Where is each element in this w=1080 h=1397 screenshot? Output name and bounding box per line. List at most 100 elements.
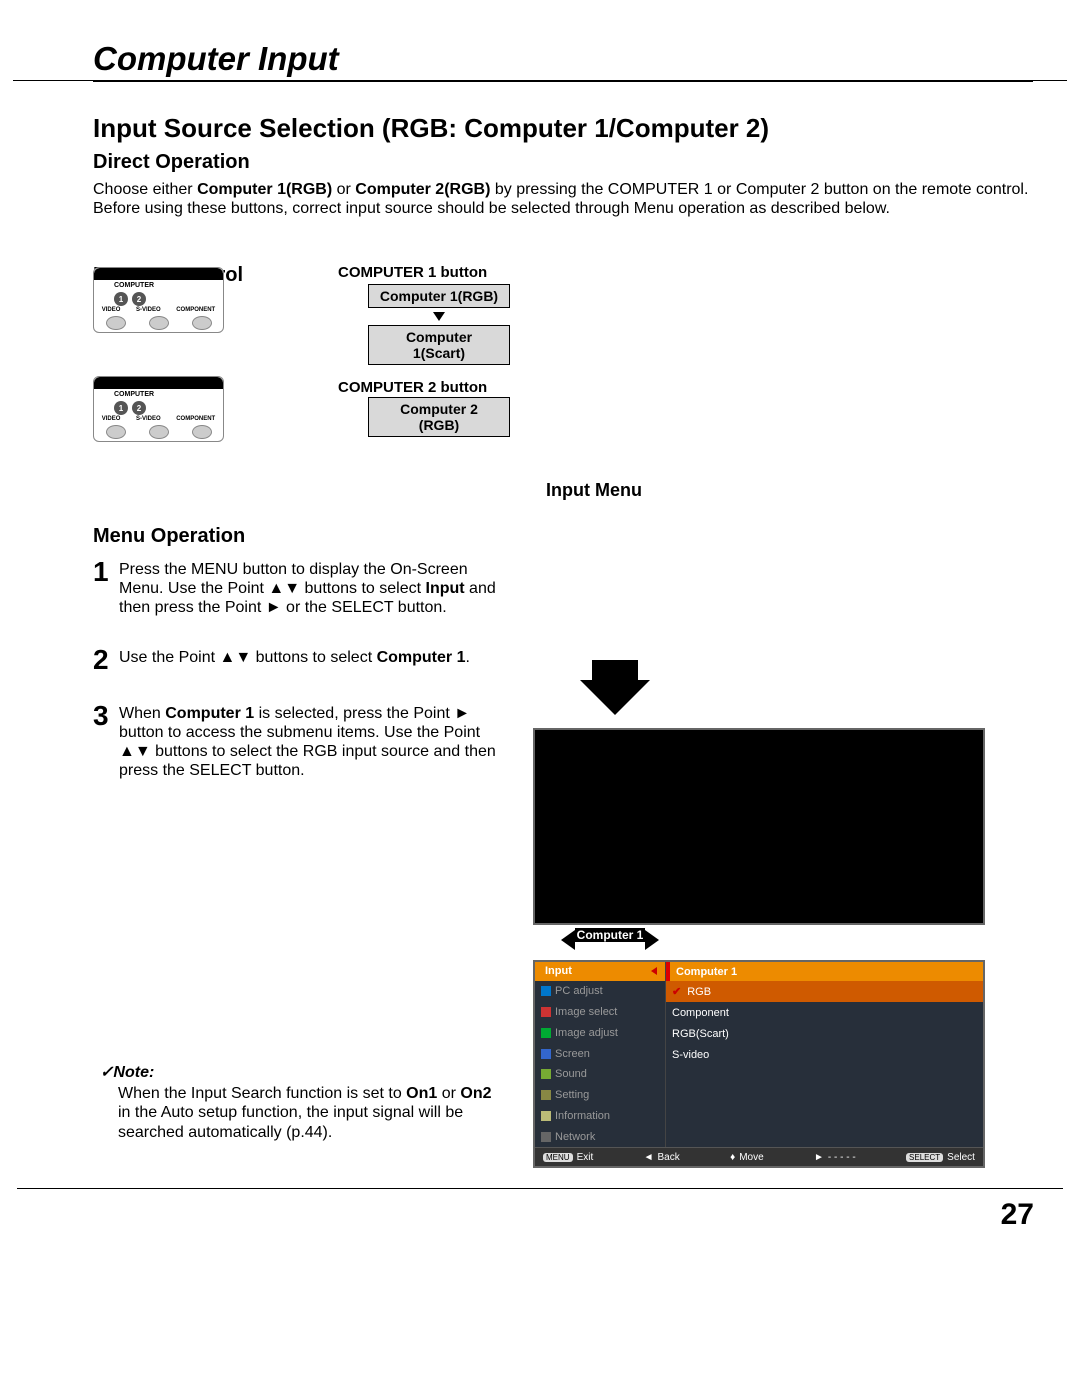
- label: COMPONENT: [176, 416, 215, 422]
- text: Setting: [555, 1089, 589, 1101]
- label: S-VIDEO: [136, 416, 161, 422]
- osd-screenshot-1: [533, 728, 985, 925]
- note-section: ✓Note: When the Input Search function is…: [100, 1063, 500, 1142]
- pill-c1-scart: Computer 1(Scart): [368, 325, 510, 365]
- text: RGB: [687, 986, 711, 998]
- text: Choose either: [93, 181, 197, 198]
- pill-c2-rgb: Computer 2 (RGB): [368, 397, 510, 437]
- osd-subitem-rgbscart: RGB(Scart): [666, 1023, 983, 1044]
- osd-item-image-select: Image select: [535, 1002, 665, 1023]
- remote-number-row: 1 2: [114, 401, 146, 415]
- text: Screen: [555, 1048, 590, 1060]
- osd-bottom-bar: MENUExit ◄ Back ♦ Move ► - - - - - SELEC…: [535, 1147, 983, 1166]
- menu-pill: MENU: [543, 1153, 573, 1162]
- arrow-down-icon: [433, 312, 445, 321]
- remote-btn: [149, 316, 169, 330]
- osd-subitem-component: Component: [666, 1002, 983, 1023]
- text: Sound: [555, 1068, 587, 1080]
- osd-back: ◄ Back: [644, 1152, 680, 1163]
- chevron-left-icon: [651, 967, 657, 975]
- remote-btn: [149, 425, 169, 439]
- sound-icon: [541, 1069, 551, 1079]
- text: PC adjust: [555, 985, 603, 997]
- osd-item-screen: Screen: [535, 1043, 665, 1064]
- text: RGB(Scart): [672, 1028, 729, 1040]
- remote-row-labels: VIDEO S-VIDEO COMPONENT: [94, 416, 223, 422]
- step-number: 2: [93, 646, 119, 674]
- arrow-left-icon: [561, 930, 575, 950]
- text-bold: Computer 1: [165, 705, 254, 722]
- osd-item-image-adjust: Image adjust: [535, 1022, 665, 1043]
- text-bold: Computer 1: [377, 649, 466, 666]
- direct-operation-p2: Before using these buttons, correct inpu…: [93, 199, 1030, 218]
- select-pill: SELECT: [906, 1153, 943, 1162]
- osd-right-column: Computer 1 ✔RGB Component RGB(Scart) S-v…: [666, 962, 983, 1147]
- text: Use the Point ▲▼ buttons to select: [119, 649, 377, 666]
- osd-item-setting: Setting: [535, 1085, 665, 1106]
- remote-btn-1: 1: [114, 292, 128, 306]
- steps-list: 1 Press the MENU button to display the O…: [93, 558, 513, 780]
- step-text: When Computer 1 is selected, press the P…: [119, 702, 513, 781]
- image-adjust-icon: [541, 1028, 551, 1038]
- bottom-rule: [17, 1188, 1063, 1189]
- text: Select: [947, 1152, 975, 1163]
- computer1-cycle: Computer 1(RGB) Computer 1(Scart): [368, 284, 510, 367]
- manual-page: Computer Input Input Source Selection (R…: [0, 0, 1080, 1397]
- text-bold: Input: [426, 580, 465, 597]
- osd-item-pc-adjust: PC adjust: [535, 981, 665, 1002]
- computer1-button-label: COMPUTER 1 button: [338, 264, 487, 281]
- remote-number-row: 1 2: [114, 292, 146, 306]
- setting-icon: [541, 1090, 551, 1100]
- remote-btn-row: [94, 425, 223, 439]
- remote-btn-row: [94, 316, 223, 330]
- remote-diagram-1: COMPUTER 1 2 VIDEO S-VIDEO COMPONENT: [93, 267, 224, 333]
- text-bold: On1: [406, 1085, 437, 1102]
- label: COMPONENT: [176, 307, 215, 313]
- menu-operation-heading: Menu Operation: [93, 525, 513, 548]
- step-2: 2 Use the Point ▲▼ buttons to select Com…: [93, 646, 513, 674]
- text: Image adjust: [555, 1027, 618, 1039]
- remote-top: [94, 268, 223, 280]
- osd-select: SELECT Select: [906, 1152, 975, 1163]
- osd-right-header: Computer 1: [666, 962, 983, 981]
- step-1: 1 Press the MENU button to display the O…: [93, 558, 513, 618]
- step-3: 3 When Computer 1 is selected, press the…: [93, 702, 513, 781]
- osd-item-network: Network: [535, 1126, 665, 1147]
- remote-btn: [192, 425, 212, 439]
- image-select-icon: [541, 1007, 551, 1017]
- text: Press the MENU button to display the On-…: [119, 561, 468, 597]
- note-body: When the Input Search function is set to…: [100, 1084, 500, 1142]
- computer2-button-label: COMPUTER 2 button: [338, 379, 487, 396]
- check-icon: ✔: [672, 985, 681, 998]
- osd-screenshot-2: Input PC adjust Image select Image adjus…: [533, 960, 985, 1168]
- remote-btn: [192, 316, 212, 330]
- page-title: Computer Input: [93, 40, 1033, 82]
- label: S-VIDEO: [136, 307, 161, 313]
- text: in the Auto setup function, the input si…: [118, 1104, 463, 1140]
- pc-adjust-icon: [541, 986, 551, 996]
- text: Component: [672, 1007, 729, 1019]
- remote-row-labels: VIDEO S-VIDEO COMPONENT: [94, 307, 223, 313]
- remote-btn-2: 2: [132, 292, 146, 306]
- label: VIDEO: [102, 307, 121, 313]
- text: Image select: [555, 1006, 617, 1018]
- information-icon: [541, 1111, 551, 1121]
- remote-btn: [106, 316, 126, 330]
- osd-exit: MENUExit: [543, 1152, 593, 1163]
- note-heading: ✓Note:: [100, 1063, 500, 1082]
- text: Note:: [113, 1064, 154, 1081]
- text: by pressing the COMPUTER 1 or Computer 2…: [490, 181, 1028, 198]
- network-icon: [541, 1132, 551, 1142]
- osd-dashes: ► - - - - -: [814, 1152, 856, 1163]
- text: Back: [658, 1152, 680, 1163]
- remote-btn: [106, 425, 126, 439]
- text: Input: [545, 965, 572, 977]
- direct-operation-section: Direct Operation Choose either Computer …: [93, 150, 1030, 218]
- text: Move: [739, 1152, 763, 1163]
- computer2-cycle: Computer 2 (RGB): [368, 397, 510, 439]
- arrow-down-icon: [580, 680, 650, 715]
- remote-computer-label: COMPUTER: [114, 391, 154, 398]
- text-bold: Computer 1(RGB): [197, 181, 332, 198]
- remote-diagram-2: COMPUTER 1 2 VIDEO S-VIDEO COMPONENT: [93, 376, 224, 442]
- osd-left-header: Input: [535, 962, 665, 981]
